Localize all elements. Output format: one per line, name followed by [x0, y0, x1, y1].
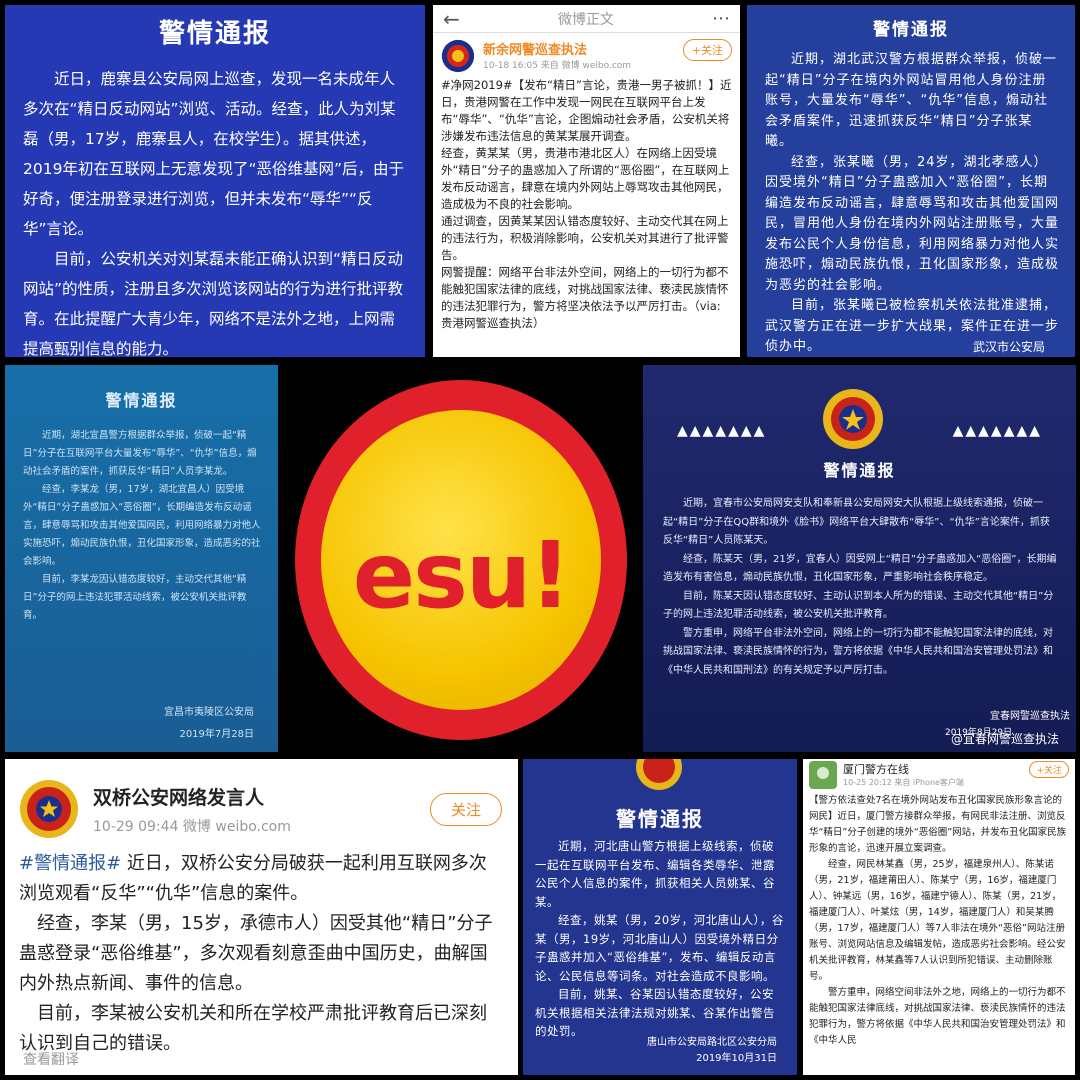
notice-signature: 宜昌市夷陵区公安局: [164, 707, 254, 718]
post-meta: 10-25 20:12 来自 iPhone客户端: [843, 778, 964, 787]
notice-body: 近期，湖北宜昌警方根据群众举报，侦破一起“精日”分子在互联网平台大量发布“辱华”…: [5, 411, 278, 625]
account-info: 双桥公安网络发言人 10-29 09:44 微博 weibo.com: [93, 783, 430, 836]
notice-panel-yichang: 警情通报 近期，湖北宜昌警方根据群众举报，侦破一起“精日”分子在互联网平台大量发…: [5, 365, 278, 752]
notice-body: 近期，湖北武汉警方根据群众举报，侦破一起“精日”分子在境内外网站冒用他人身份注册…: [747, 40, 1075, 357]
post-paragraph: #警情通报# 近日，双桥公安分局破获一起利用互联网多次浏览观看“反华”“仇华”信…: [19, 849, 504, 909]
post-header: 厦门警方在线 10-25 20:12 来自 iPhone客户端 +关注: [803, 759, 1075, 789]
notice-signature-block: 唐山市公安局路北区公安分局 2019年10月31日: [647, 1035, 777, 1067]
post-body: #净网2019#【发布“精日”言论，贵港一男子被抓！】近日，贵港网警在工作中发现…: [433, 75, 740, 334]
notice-panel-yichun: ▲▲▲▲▲▲▲ ▲▲▲▲▲▲▲ 警情通报 近期，宜春市公安局网安支队和奉新县公安…: [643, 365, 1076, 752]
page-title: 微博正文: [557, 11, 614, 28]
post-paragraph: 经查，黄某某（男，贵港市港北区人）在网络上因受境外“精日”分子的蛊惑加入了所谓的…: [441, 146, 730, 211]
weibo-post-xiamen: 厦门警方在线 10-25 20:12 来自 iPhone客户端 +关注 【警方依…: [803, 759, 1075, 1075]
account-name[interactable]: 厦门警方在线: [843, 761, 1029, 777]
post-paragraph: 网警提醒：网络平台非法外空间，网络上的一切行为都不能触犯国家法律的底线，对挑战国…: [441, 265, 729, 330]
notice-body: 近日，鹿寨县公安局网上巡查，发现一名未成年人多次在“精日反动网站”浏览、活动。经…: [5, 50, 425, 357]
top-bar: ← 微博正文 ⋯: [433, 5, 740, 33]
follow-button[interactable]: +关注: [1029, 761, 1069, 778]
notice-paragraph: 经查，李某龙（男，17岁，湖北宜昌人）因受境外“精日”分子蛊惑加入“恶俗圈”，长…: [23, 484, 261, 567]
notice-panel-tangshan: 警情通报 近期，河北唐山警方根据上级线索，侦破一起在互联网平台发布、编辑各类辱华…: [523, 759, 797, 1075]
notice-paragraph: 经查，姚某（男，20岁，河北唐山人），谷某（男，19岁，河北唐山人）因受境外精日…: [535, 913, 784, 983]
post-paragraph: 经查，网民林某鑫（男，25岁，福建泉州人）、陈某诺（男，21岁，福建莆田人）、陈…: [809, 859, 1066, 982]
chevron-decoration-left: ▲▲▲▲▲▲▲: [677, 423, 767, 439]
badge-red-ring: esu!: [295, 380, 627, 740]
hashtag-link[interactable]: #警情通报#: [19, 853, 121, 874]
notice-paragraph: 经查，张某曦（男，24岁，湖北孝感人）因受境外“精日”分子蛊惑加入“恶俗圈”，长…: [765, 154, 1060, 293]
post-paragraph: 【警方依法查处7名在境外网站发布丑化国家民族形象言论的网民】近日，厦门警方接群众…: [809, 795, 1067, 854]
notice-paragraph: 近期，湖北宜昌警方根据群众举报，侦破一起“精日”分子在互联网平台大量发布“辱华”…: [23, 430, 257, 477]
post-paragraph: #净网2019#【发布“精日”言论，贵港一男子被抓！】近日，贵港网警在工作中发现…: [441, 78, 732, 143]
notice-paragraph: 警方重申，网络平台非法外空间，网络上的一切行为都不能触犯国家法律的底线，对挑战国…: [663, 627, 1053, 676]
post-body: #警情通报# 近日，双桥公安分局破获一起利用互联网多次浏览观看“反华”“仇华”信…: [5, 839, 518, 1069]
follow-button[interactable]: 关注: [430, 792, 502, 826]
badge-gold-coin: esu!: [321, 410, 601, 710]
post-paragraph: 目前，李某被公安机关和所在学校严肃批评教育后已深刻认识到自己的错误。: [19, 1003, 487, 1054]
translate-link[interactable]: 查看翻译: [23, 1049, 79, 1069]
notice-title: 警情通报: [873, 20, 949, 40]
notice-paragraph: 近日，鹿寨县公安局网上巡查，发现一名未成年人多次在“精日反动网站”浏览、活动。经…: [23, 70, 405, 238]
notice-panel-wuhan: 警情通报 近期，湖北武汉警方根据群众举报，侦破一起“精日”分子在境内外网站冒用他…: [747, 5, 1075, 357]
notice-title: 警情通报: [616, 807, 704, 831]
notice-paragraph: 近期，宜春市公安局网安支队和奉新县公安局网安大队根据上级线索通报，侦破一起“精日…: [663, 498, 1050, 546]
notice-panel-luzhai: 警情通报 近日，鹿寨县公安局网上巡查，发现一名未成年人多次在“精日反动网站”浏览…: [5, 5, 425, 357]
post-header: 新余网警巡查执法 10-18 16:05 来自 微博 weibo.com +关注: [433, 33, 740, 75]
account-avatar[interactable]: [809, 761, 837, 789]
police-emblem-avatar[interactable]: [19, 779, 79, 839]
notice-paragraph: 近期，湖北武汉警方根据群众举报，侦破一起“精日”分子在境内外网站冒用他人身份注册…: [765, 52, 1058, 149]
post-paragraph: 通过调查，因黄某某因认错态度较好、主动交代其在网上的违法行为，积极消除影响，公安…: [441, 214, 729, 262]
post-meta: 10-18 16:05 来自 微博 weibo.com: [483, 61, 632, 71]
notice-paragraph: 经查，陈某天（男，21岁，宜春人）因受网上“精日”分子蛊惑加入“恶俗圈”，长期编…: [663, 553, 1057, 584]
police-emblem-avatar[interactable]: [441, 39, 475, 73]
notice-paragraph: 目前，姚某、谷某因认错态度较好，公安机关根据相关法律法规对姚某、谷某作出警告的处…: [535, 987, 775, 1038]
notice-date: 2019年7月28日: [179, 729, 254, 740]
notice-paragraph: 目前，公安机关对刘某磊未能正确认识到“精日反动网站”的性质，注册且多次浏览该网站…: [23, 250, 404, 357]
esu-badge: esu!: [285, 364, 637, 754]
account-name[interactable]: 新余网警巡查执法: [483, 39, 683, 58]
notice-signature: 武汉市公安局: [972, 340, 1045, 354]
more-icon[interactable]: ⋯: [712, 8, 730, 29]
notice-paragraph: 近期，河北唐山警方根据上级线索，侦破一起在互联网平台发布、编辑各类辱华、泄露公民…: [535, 839, 775, 909]
notice-title: 警情通报: [105, 391, 178, 410]
post-header: 双桥公安网络发言人 10-29 09:44 微博 weibo.com 关注: [5, 759, 518, 839]
follow-button[interactable]: +关注: [682, 39, 732, 61]
notice-title: 警情通报: [158, 19, 271, 49]
notice-signature: 唐山市公安局路北区公安分局: [647, 1037, 777, 1048]
post-paragraph: 经查，李某（男，15岁，承德市人）因受其他“精日”分子蛊惑登录“恶俗维基”，多次…: [19, 913, 493, 994]
account-info: 厦门警方在线 10-25 20:12 来自 iPhone客户端: [843, 761, 1029, 788]
account-info: 新余网警巡查执法 10-18 16:05 来自 微博 weibo.com: [483, 39, 683, 71]
police-emblem-icon: [636, 759, 682, 790]
back-arrow-icon[interactable]: ←: [443, 7, 460, 31]
weibo-watermark: @宜春网警巡查执法: [951, 732, 1060, 746]
notice-signature: 宜春网警巡查执法: [990, 711, 1070, 722]
chevron-decoration-right: ▲▲▲▲▲▲▲: [952, 423, 1042, 439]
notice-date: 2019年10月31日: [696, 1053, 777, 1064]
weibo-post-shuangqiao: 双桥公安网络发言人 10-29 09:44 微博 weibo.com 关注 #警…: [5, 759, 518, 1075]
notice-signature-block: 宜昌市夷陵区公安局 2019年7月28日: [164, 702, 254, 746]
police-emblem-icon: [823, 389, 883, 449]
notice-body: 近期，河北唐山警方根据上级线索，侦破一起在互联网平台发布、编辑各类辱华、泄露公民…: [535, 837, 785, 1041]
notice-body: 近期，宜春市公安局网安支队和奉新县公安局网安大队根据上级线索通报，侦破一起“精日…: [663, 495, 1058, 680]
notice-paragraph: 目前，李某龙因认错态度较好，主动交代其他“精日”分子的网上违法犯罪活动线索，被公…: [23, 574, 247, 621]
post-paragraph: 警方重申，网络空间非法外之地，网络上的一切行为都不能触犯国家法律底线，对挑战国家…: [809, 987, 1066, 1046]
notice-title: 警情通报: [823, 461, 896, 480]
post-meta: 10-29 09:44 微博 weibo.com: [93, 818, 291, 835]
account-name[interactable]: 双桥公安网络发言人: [93, 783, 430, 810]
post-body: 【警方依法查处7名在境外网站发布丑化国家民族形象言论的网民】近日，厦门警方接群众…: [803, 789, 1075, 1053]
notice-paragraph: 目前，陈某天因认错态度较好、主动认识到本人所为的错误、主动交代其他“精日”分子的…: [663, 590, 1054, 621]
badge-text: esu!: [352, 522, 572, 629]
weibo-post-xinyu: ← 微博正文 ⋯ 新余网警巡查执法 10-18 16:05 来自 微博 weib…: [433, 5, 740, 357]
